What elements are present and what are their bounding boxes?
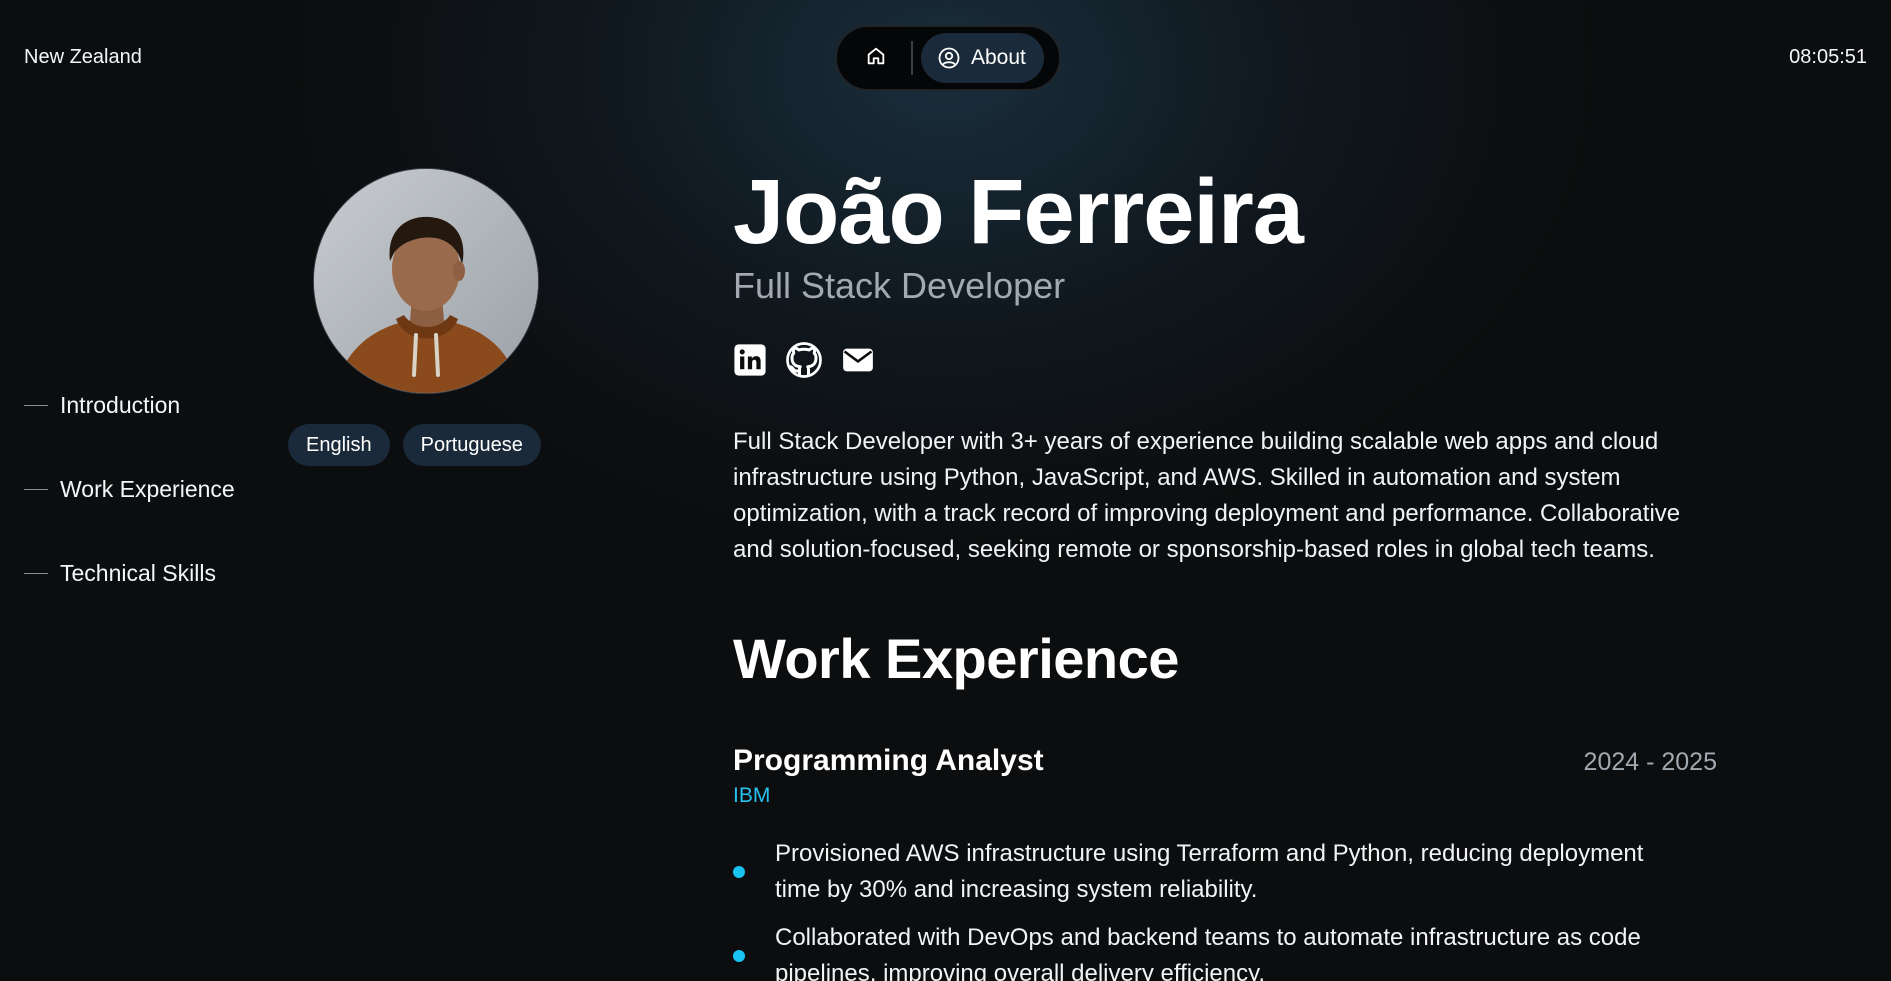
bullet-dot xyxy=(733,950,745,962)
toc-label: Work Experience xyxy=(60,475,235,502)
toc-line xyxy=(24,404,48,406)
linkedin-icon xyxy=(733,343,767,377)
github-icon xyxy=(786,342,822,378)
job-entry: Programming Analyst 2024 - 2025 IBM Prov… xyxy=(733,744,1717,981)
language-tag: English xyxy=(288,424,390,466)
job-bullets: Provisioned AWS infrastructure using Ter… xyxy=(733,836,1717,981)
bullet-text: Collaborated with DevOps and backend tea… xyxy=(775,924,1641,981)
profile-summary: Full Stack Developer with 3+ years of ex… xyxy=(733,428,1681,563)
toc-line xyxy=(24,572,48,574)
location-label: New Zealand xyxy=(24,46,142,68)
email-link[interactable] xyxy=(841,343,875,377)
social-links xyxy=(733,342,1717,378)
top-nav: About xyxy=(835,25,1061,91)
about-label: About xyxy=(971,46,1026,69)
job-dates: 2024 - 2025 xyxy=(1583,748,1717,776)
about-button[interactable]: About xyxy=(921,33,1044,83)
toc-item-introduction[interactable]: Introduction xyxy=(24,390,235,420)
toc-item-technical-skills[interactable]: Technical Skills xyxy=(24,558,235,588)
toc-label: Technical Skills xyxy=(60,559,216,586)
language-tag: Portuguese xyxy=(402,424,541,466)
avatar xyxy=(313,168,539,394)
github-link[interactable] xyxy=(786,342,822,378)
toc-item-work-experience[interactable]: Work Experience xyxy=(24,474,235,504)
user-circle-icon xyxy=(937,46,961,70)
clock: 08:05:51 xyxy=(1789,46,1867,68)
page: New Zealand 08:05:51 About Introduction … xyxy=(0,0,1891,981)
bullet-text: Provisioned AWS infrastructure using Ter… xyxy=(775,840,1644,903)
list-item: Provisioned AWS infrastructure using Ter… xyxy=(733,836,1717,908)
mail-icon xyxy=(841,343,875,377)
job-title: Programming Analyst xyxy=(733,744,1044,777)
language-tags: English Portuguese xyxy=(288,424,541,466)
section-title-work-experience: Work Experience xyxy=(733,627,1179,690)
home-icon xyxy=(865,45,887,72)
linkedin-link[interactable] xyxy=(733,343,767,377)
toc-label: Introduction xyxy=(60,391,181,418)
job-header: Programming Analyst 2024 - 2025 xyxy=(733,744,1717,778)
nav-divider xyxy=(911,41,913,75)
profile-name: João Ferreira xyxy=(733,161,1304,263)
home-button[interactable] xyxy=(845,33,907,83)
main-content: João Ferreira Full Stack Developer Full … xyxy=(733,160,1717,981)
list-item: Collaborated with DevOps and backend tea… xyxy=(733,920,1717,981)
profile-role: Full Stack Developer xyxy=(733,265,1066,306)
table-of-contents: Introduction Work Experience Technical S… xyxy=(24,390,235,642)
job-company: IBM xyxy=(733,784,771,807)
bullet-dot xyxy=(733,866,745,878)
toc-line xyxy=(24,488,48,490)
